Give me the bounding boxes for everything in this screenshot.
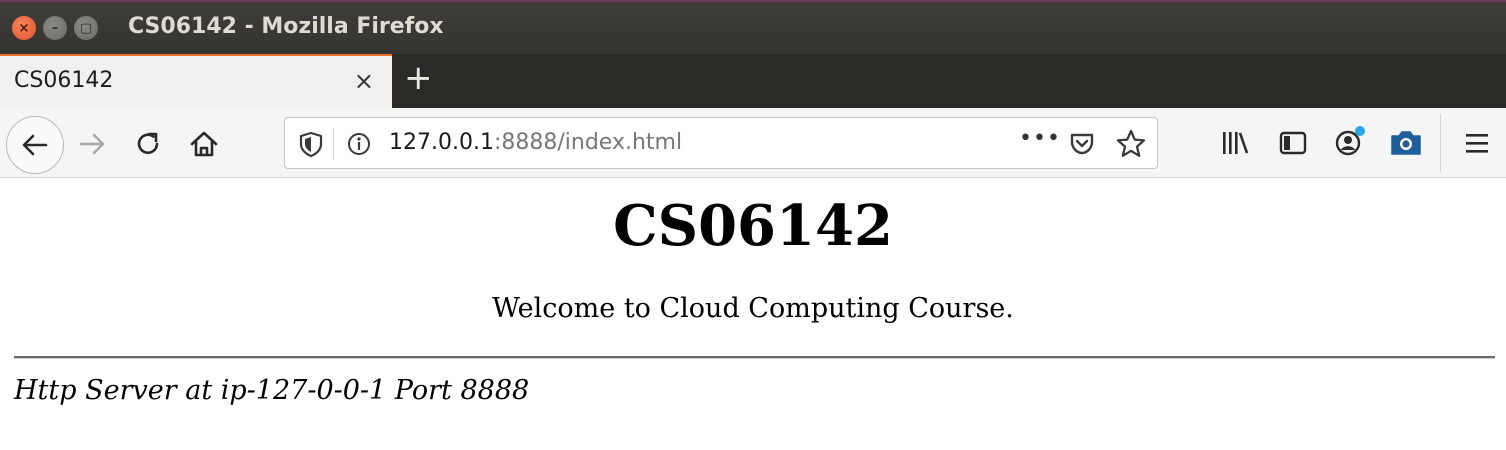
reload-button[interactable] [130, 124, 166, 164]
account-icon[interactable] [1332, 124, 1368, 160]
tab-strip: CS06142 × + [0, 54, 1506, 108]
url-bar[interactable]: 127.0.0.1:8888/index.html ••• [284, 117, 1158, 169]
page-content: CS06142 Welcome to Cloud Computing Cours… [0, 179, 1506, 450]
navigation-toolbar: 127.0.0.1:8888/index.html ••• [0, 108, 1506, 178]
url-bar-divider [333, 128, 334, 160]
star-icon[interactable] [1115, 128, 1147, 160]
pocket-icon[interactable] [1067, 129, 1097, 159]
tab-close-icon[interactable]: × [354, 66, 374, 96]
welcome-text: Welcome to Cloud Computing Course. [492, 293, 1014, 324]
window-title: CS06142 - Mozilla Firefox [128, 14, 444, 39]
toolbar-divider [1440, 114, 1441, 172]
window-controls: × – ▢ [12, 16, 98, 40]
info-icon[interactable] [345, 129, 373, 159]
window-maximize-button[interactable]: ▢ [74, 16, 98, 40]
home-button[interactable] [186, 124, 222, 164]
forward-button[interactable] [74, 124, 110, 164]
url-host: 127.0.0.1 [389, 130, 494, 155]
window-titlebar: × – ▢ CS06142 - Mozilla Firefox [0, 0, 1506, 54]
home-icon [190, 131, 218, 157]
window-close-button[interactable]: × [12, 16, 36, 40]
back-button[interactable] [6, 116, 64, 174]
window-minimize-button[interactable]: – [43, 16, 67, 40]
back-arrow-icon [22, 134, 48, 156]
screenshot-icon[interactable] [1388, 126, 1424, 160]
tab-active[interactable]: CS06142 × [0, 54, 392, 108]
horizontal-rule [14, 356, 1495, 359]
reload-icon [137, 132, 159, 155]
hamburger-menu-icon[interactable] [1460, 126, 1494, 160]
library-icon[interactable] [1218, 126, 1252, 160]
page-heading: CS06142 [613, 193, 893, 259]
tab-title: CS06142 [14, 68, 114, 93]
forward-arrow-icon [79, 133, 105, 155]
page-actions-more-button[interactable]: ••• [1019, 126, 1061, 151]
url-path: :8888/index.html [493, 130, 683, 155]
sidebar-icon[interactable] [1276, 126, 1310, 160]
url-text[interactable]: 127.0.0.1:8888/index.html [389, 130, 682, 155]
server-signature: Http Server at ip-127-0-0-1 Port 8888 [14, 375, 530, 406]
new-tab-button[interactable]: + [404, 58, 433, 98]
shield-icon[interactable] [297, 129, 325, 159]
